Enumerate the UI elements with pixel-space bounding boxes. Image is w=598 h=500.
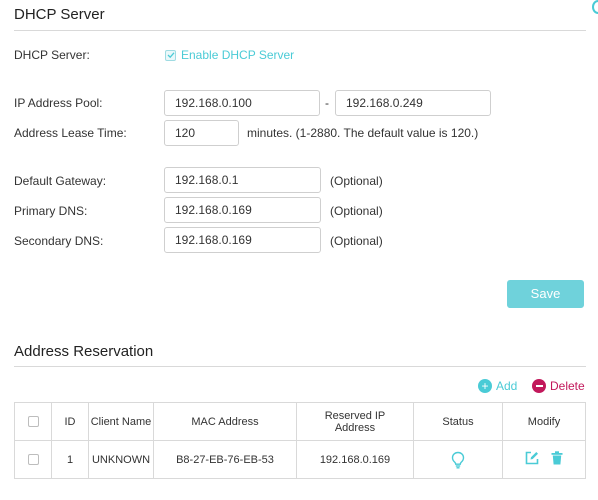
row-select-cell[interactable] (14, 440, 52, 479)
column-header-reserved-ip: Reserved IP Address (296, 402, 414, 441)
secondary-dns-input[interactable]: 192.168.0.169 (164, 227, 321, 253)
trash-icon[interactable] (551, 451, 563, 465)
row-id: 1 (51, 440, 89, 479)
table-row: 1 UNKNOWN B8-27-EB-76-EB-53 192.168.0.16… (14, 440, 586, 479)
default-gateway-input[interactable]: 192.168.0.1 (164, 167, 321, 193)
primary-dns-label: Primary DNS: (14, 204, 88, 218)
enable-dhcp-checkbox[interactable] (165, 49, 176, 61)
delete-button[interactable]: Delete (532, 379, 585, 393)
primary-dns-input[interactable]: 192.168.0.169 (164, 197, 321, 223)
add-circle-icon: + (478, 379, 492, 393)
enable-dhcp-label[interactable]: Enable DHCP Server (181, 48, 294, 62)
column-header-client-name: Client Name (88, 402, 154, 441)
row-reserved-ip: 192.168.0.169 (296, 440, 414, 479)
column-header-id: ID (51, 402, 89, 441)
dhcp-section-title: DHCP Server (14, 6, 105, 23)
row-modify (502, 440, 586, 479)
save-button[interactable]: Save (507, 280, 584, 308)
help-icon[interactable] (592, 0, 598, 14)
row-mac: B8-27-EB-76-EB-53 (153, 440, 297, 479)
select-all-checkbox[interactable] (27, 416, 39, 428)
table-header-row: ID Client Name MAC Address Reserved IP A… (14, 402, 586, 441)
enable-dhcp-checkbox-group[interactable]: Enable DHCP Server (165, 48, 294, 62)
ip-pool-start-input[interactable]: 192.168.0.100 (164, 90, 320, 116)
row-checkbox[interactable] (27, 454, 39, 466)
reservation-title-divider (14, 366, 586, 367)
lease-time-hint: minutes. (1-2880. The default value is 1… (247, 126, 479, 140)
row-client-name: UNKNOWN (88, 440, 154, 479)
check-icon (167, 52, 174, 59)
dhcp-title-divider (14, 30, 586, 31)
lease-time-input[interactable]: 120 (164, 120, 239, 146)
column-header-mac: MAC Address (153, 402, 297, 441)
ip-pool-end-input[interactable]: 192.168.0.249 (335, 90, 491, 116)
dhcp-server-label: DHCP Server: (14, 48, 90, 62)
default-gateway-label: Default Gateway: (14, 174, 107, 188)
secondary-dns-label: Secondary DNS: (14, 234, 104, 248)
ip-pool-separator: - (325, 96, 329, 110)
column-header-status: Status (413, 402, 503, 441)
column-header-modify: Modify (502, 402, 586, 441)
primary-dns-optional: (Optional) (330, 204, 383, 218)
edit-icon[interactable] (525, 451, 539, 465)
reservation-table: ID Client Name MAC Address Reserved IP A… (14, 402, 586, 479)
default-gateway-optional: (Optional) (330, 174, 383, 188)
select-all-cell[interactable] (14, 402, 52, 441)
lease-time-label: Address Lease Time: (14, 126, 127, 140)
delete-label: Delete (550, 379, 585, 393)
lightbulb-icon (451, 451, 465, 468)
secondary-dns-optional: (Optional) (330, 234, 383, 248)
reservation-section-title: Address Reservation (14, 343, 154, 360)
delete-circle-icon (532, 379, 546, 393)
add-label: Add (496, 379, 518, 393)
ip-pool-label: IP Address Pool: (14, 96, 103, 110)
row-status (413, 440, 503, 479)
add-button[interactable]: + Add (478, 379, 517, 393)
